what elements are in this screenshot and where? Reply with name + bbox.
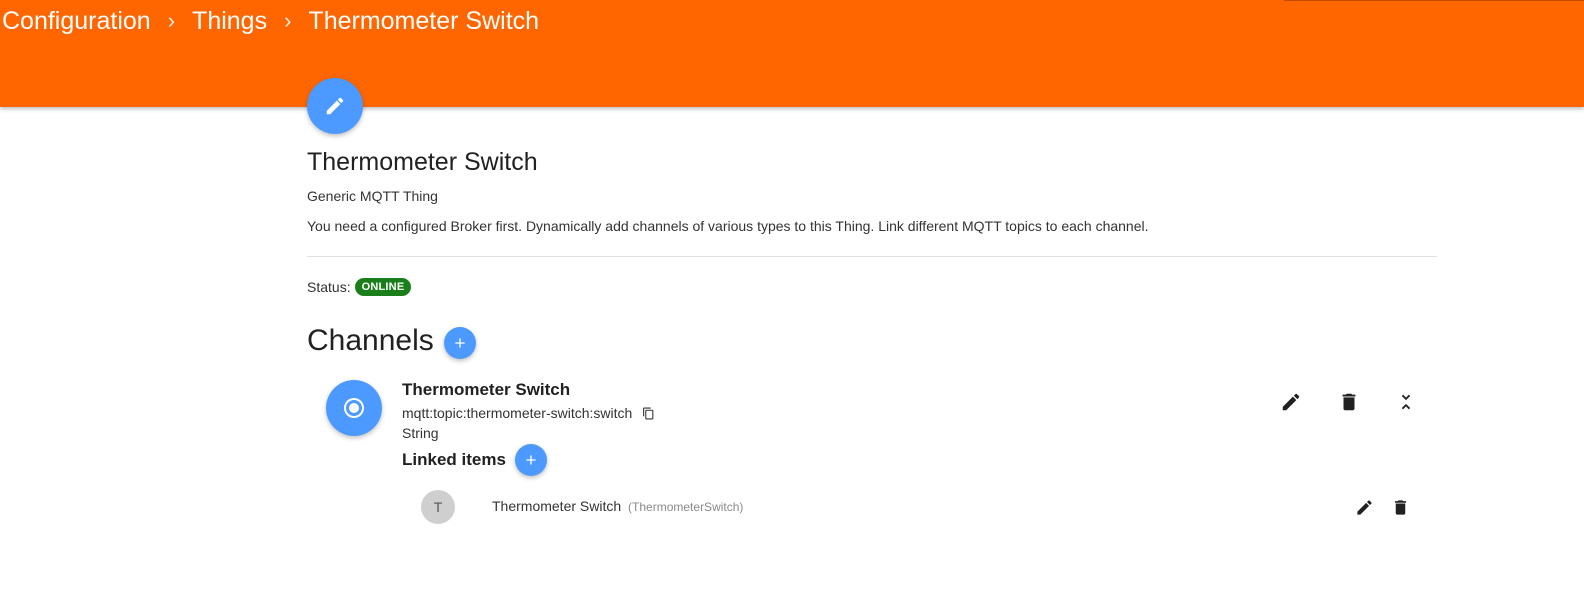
channel-uid-row: mqtt:topic:thermometer-switch:switch <box>402 405 655 421</box>
copy-icon[interactable] <box>642 407 655 420</box>
breadcrumb: Configuration › Things › Thermometer Swi… <box>2 4 539 38</box>
breadcrumb-separator: › <box>167 8 176 33</box>
breadcrumb-separator: › <box>284 8 292 33</box>
delete-channel-button[interactable] <box>1336 389 1362 415</box>
item-avatar: T <box>421 490 455 524</box>
channel-item-type: String <box>402 425 439 441</box>
status-badge: ONLINE <box>354 278 412 296</box>
app-header: Configuration › Things › Thermometer Swi… <box>0 0 1584 107</box>
plus-icon <box>455 338 465 348</box>
edit-channel-button[interactable] <box>1278 389 1304 415</box>
header-shadow <box>1284 0 1584 1</box>
pencil-icon <box>326 97 344 115</box>
edit-thing-button[interactable] <box>307 78 363 134</box>
pencil-icon <box>1282 393 1300 411</box>
breadcrumb-current: Thermometer Switch <box>308 6 540 35</box>
channel-uid: mqtt:topic:thermometer-switch:switch <box>402 405 633 421</box>
add-channel-button[interactable] <box>444 327 476 359</box>
channel-avatar[interactable] <box>326 380 382 436</box>
status-label: Status: <box>307 279 351 295</box>
collapse-channel-button[interactable] <box>1393 389 1419 415</box>
pencil-icon <box>1356 499 1372 515</box>
add-linked-item-button[interactable] <box>515 444 547 476</box>
linked-item-row[interactable]: Thermometer Switch (ThermometerSwitch) <box>492 498 743 514</box>
trash-icon <box>1394 499 1406 515</box>
channel-name: Thermometer Switch <box>402 380 571 399</box>
trash-icon <box>1342 393 1356 411</box>
linked-items-heading: Linked items <box>402 450 506 469</box>
divider <box>307 256 1437 257</box>
delete-link-button[interactable] <box>1390 497 1410 517</box>
breadcrumb-configuration[interactable]: Configuration <box>2 7 151 36</box>
status-row: Status: ONLINE <box>307 278 412 296</box>
collapse-icon <box>1401 394 1411 410</box>
edit-link-button[interactable] <box>1354 497 1374 517</box>
thing-title: Thermometer Switch <box>307 148 538 176</box>
breadcrumb-things[interactable]: Things <box>192 7 267 36</box>
thing-type: Generic MQTT Thing <box>307 188 438 204</box>
thing-description: You need a configured Broker first. Dyna… <box>307 218 1149 234</box>
radio-button-icon <box>344 398 364 418</box>
channels-heading: Channels <box>307 324 434 357</box>
linked-item-label: Thermometer Switch <box>492 498 622 514</box>
plus-icon <box>526 455 536 465</box>
linked-item-name: (ThermometerSwitch) <box>628 500 744 514</box>
